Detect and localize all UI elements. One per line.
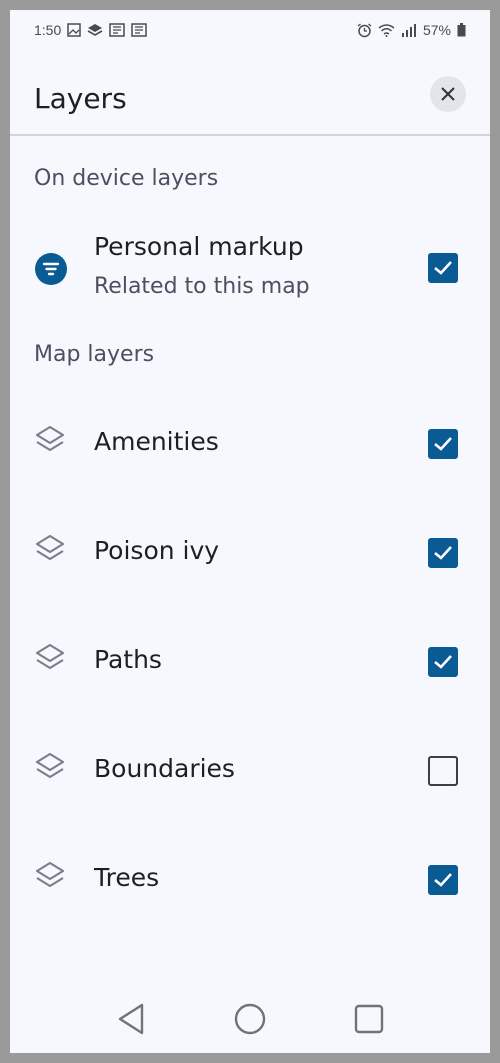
layer-row-poison-ivy[interactable]: Poison ivy [10, 523, 490, 583]
gallery-notification-icon [67, 23, 81, 37]
layer-label-boundaries: Boundaries [94, 754, 235, 783]
layer-label-amenities: Amenities [94, 427, 219, 456]
checkbox-boundaries[interactable] [428, 756, 458, 786]
recents-square-icon [354, 1004, 384, 1034]
filter-icon [34, 252, 68, 290]
layers-icon [34, 860, 66, 896]
checkbox-personal-markup[interactable] [428, 253, 458, 283]
wifi-icon [378, 23, 395, 37]
page-title: Layers [34, 82, 127, 115]
checkbox-amenities[interactable] [428, 429, 458, 459]
layers-screen: 1:50 57% Layers On device layers Persona… [10, 10, 490, 1053]
system-navigation-bar [10, 990, 490, 1053]
layer-row-paths[interactable]: Paths [10, 632, 490, 692]
sheet-header: Layers [10, 50, 490, 136]
back-button[interactable] [116, 1002, 146, 1040]
status-time: 1:50 [34, 22, 62, 38]
status-bar: 1:50 57% [10, 10, 490, 50]
layer-row-trees[interactable]: Trees [10, 850, 490, 910]
layer-row-boundaries[interactable]: Boundaries [10, 741, 490, 801]
layer-label-personal-markup: Personal markup [94, 232, 304, 261]
checkmark-icon [434, 261, 452, 275]
map-layers-heading: Map layers [34, 342, 155, 367]
signal-icon [401, 23, 417, 37]
home-circle-icon [234, 1003, 266, 1035]
layer-row-personal-markup[interactable]: Personal markup Related to this map [10, 226, 490, 316]
battery-icon [457, 23, 466, 37]
checkbox-trees[interactable] [428, 865, 458, 895]
checkbox-poison-ivy[interactable] [428, 538, 458, 568]
layers-icon [34, 751, 66, 787]
back-triangle-icon [118, 1003, 144, 1035]
layer-label-paths: Paths [94, 645, 162, 674]
close-icon [441, 87, 455, 101]
calendar-notification-icon-2 [131, 23, 147, 37]
app-notification-icon [87, 23, 103, 37]
layer-row-amenities[interactable]: Amenities [10, 414, 490, 474]
on-device-layers-heading: On device layers [34, 166, 219, 191]
layers-icon [34, 424, 66, 460]
layers-icon [34, 642, 66, 678]
checkmark-icon [434, 437, 452, 451]
close-button[interactable] [430, 76, 466, 112]
checkmark-icon [434, 546, 452, 560]
layer-sublabel-personal-markup: Related to this map [94, 274, 310, 299]
alarm-icon [357, 22, 372, 38]
layer-label-poison-ivy: Poison ivy [94, 536, 220, 565]
layers-icon [34, 533, 66, 569]
checkmark-icon [434, 655, 452, 669]
checkbox-paths[interactable] [428, 647, 458, 677]
battery-percent: 57% [422, 22, 451, 38]
layer-label-trees: Trees [94, 863, 160, 892]
checkmark-icon [434, 873, 452, 887]
home-button[interactable] [234, 1002, 266, 1040]
recents-button[interactable] [353, 1002, 385, 1040]
calendar-notification-icon [109, 23, 125, 37]
